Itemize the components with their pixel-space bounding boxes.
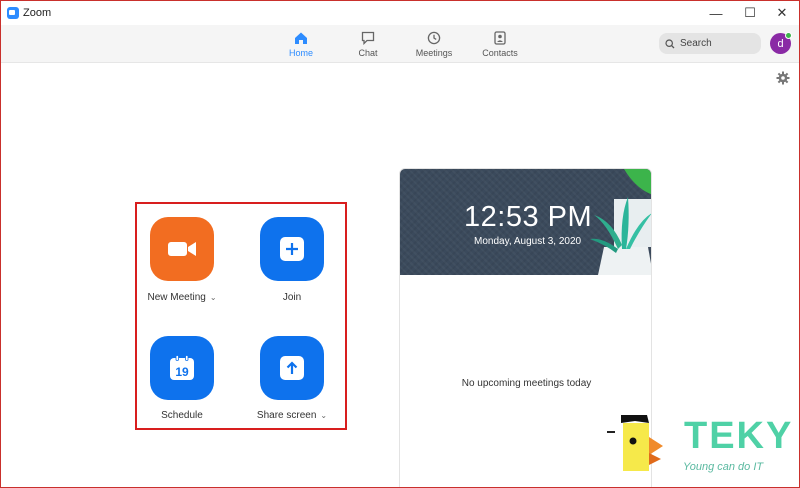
minimize-button[interactable]: —: [698, 3, 734, 23]
duck-logo-icon: [607, 415, 663, 471]
teky-watermark: TEKY Young can do IT: [599, 409, 799, 487]
new-meeting-label[interactable]: New Meeting ⌄: [127, 292, 237, 303]
clock-icon: [427, 31, 441, 45]
search-box[interactable]: [659, 33, 761, 54]
search-input[interactable]: [680, 38, 750, 49]
join-button[interactable]: [260, 217, 324, 281]
close-button[interactable]: ✕: [764, 3, 799, 23]
title-bar: Zoom — ☐ ✕: [1, 1, 799, 25]
share-screen-button[interactable]: [260, 336, 324, 400]
zoom-window: Zoom — ☐ ✕ Home Chat Meetings Contacts S…: [0, 0, 800, 488]
schedule-button[interactable]: 19: [150, 336, 214, 400]
calendar-icon: 19: [170, 355, 194, 380]
tab-contacts[interactable]: Contacts: [470, 31, 530, 58]
calendar-day-number: 19: [175, 365, 189, 379]
window-title: Zoom: [23, 7, 52, 19]
contacts-icon: [494, 31, 506, 45]
join-label[interactable]: Join: [237, 292, 347, 303]
chevron-down-icon[interactable]: ⌄: [210, 293, 217, 302]
upload-arrow-icon: [280, 356, 304, 380]
zoom-logo-icon: [7, 7, 19, 19]
tab-contacts-label: Contacts: [482, 48, 518, 58]
plant-illustration: [590, 169, 651, 275]
video-camera-icon: [168, 242, 196, 256]
watermark-tagline: Young can do IT: [683, 461, 764, 473]
search-icon: [665, 38, 675, 48]
tab-chat-label: Chat: [358, 48, 378, 58]
tab-meetings-label: Meetings: [415, 48, 453, 58]
watermark-brand: TEKY: [684, 415, 794, 457]
tab-chat[interactable]: Chat: [338, 31, 398, 58]
home-icon: [295, 32, 307, 44]
gear-icon[interactable]: [776, 71, 790, 85]
top-nav: Home Chat Meetings Contacts Search d: [1, 25, 799, 63]
no-meetings-message: No upcoming meetings today: [461, 378, 592, 389]
schedule-label[interactable]: Schedule: [127, 410, 237, 421]
tab-home-label: Home: [288, 48, 313, 58]
plus-icon: [280, 237, 304, 261]
tab-meetings[interactable]: Meetings: [404, 31, 464, 58]
clock-time: 12:53 PM: [464, 201, 593, 233]
tab-home[interactable]: Home: [271, 31, 331, 58]
clock-header: 12:53 PM Monday, August 3, 2020: [400, 169, 651, 275]
online-status-badge: [785, 32, 792, 39]
maximize-button[interactable]: ☐: [732, 3, 768, 23]
new-meeting-button[interactable]: [150, 217, 214, 281]
chat-icon: [361, 31, 375, 45]
share-screen-label[interactable]: Share screen ⌄: [237, 410, 347, 421]
chevron-down-icon[interactable]: ⌄: [320, 411, 327, 420]
clock-date: Monday, August 3, 2020: [474, 236, 582, 247]
